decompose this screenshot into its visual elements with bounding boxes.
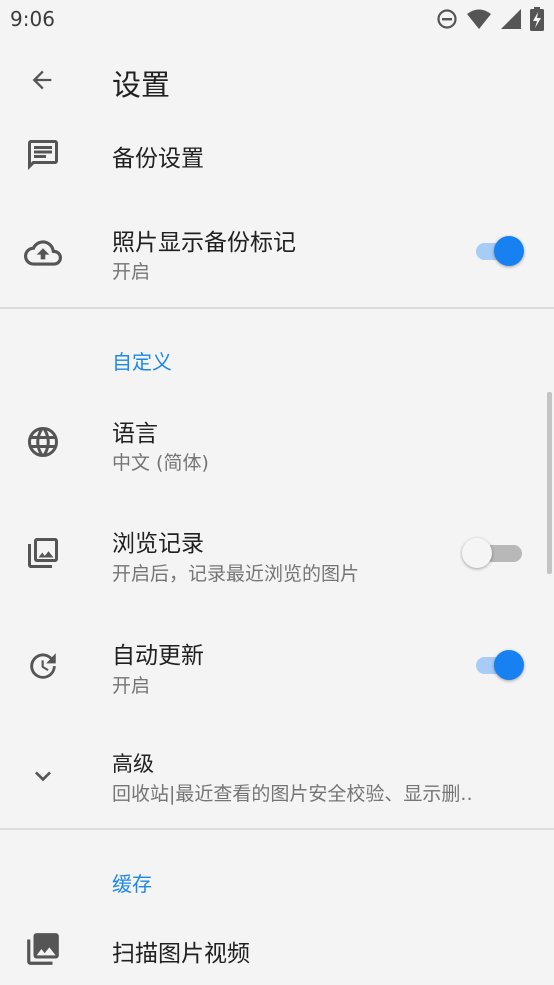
- browse-history-switch[interactable]: [462, 538, 522, 568]
- scrollbar[interactable]: [547, 392, 552, 574]
- globe-icon: [22, 421, 64, 463]
- photo-library-icon: [22, 532, 64, 574]
- auto-update-row[interactable]: 自动更新 开启: [0, 618, 554, 710]
- photo-collection-icon: [22, 928, 64, 970]
- browse-history-subtitle: 开启后，记录最近浏览的图片: [112, 563, 360, 585]
- scan-media-row[interactable]: 扫描图片视频: [0, 915, 554, 985]
- back-button[interactable]: [20, 60, 64, 104]
- divider: [0, 307, 554, 309]
- message-icon: [22, 134, 64, 176]
- backup-settings-row[interactable]: 备份设置: [0, 122, 554, 192]
- status-icons: [436, 7, 544, 31]
- advanced-row[interactable]: 高级 回收站|最近查看的图片安全校验、显示删..: [0, 728, 554, 820]
- section-header-custom: 自定义: [112, 350, 172, 374]
- photo-backup-marker-switch[interactable]: [476, 236, 524, 266]
- auto-update-switch[interactable]: [476, 650, 524, 680]
- cell-signal-icon: [500, 8, 522, 30]
- browse-history-title: 浏览记录: [112, 531, 204, 557]
- photo-backup-marker-subtitle: 开启: [112, 261, 151, 283]
- photo-backup-marker-row[interactable]: 照片显示备份标记 开启: [0, 208, 554, 300]
- section-header-cache: 缓存: [112, 872, 152, 896]
- auto-update-subtitle: 开启: [112, 675, 151, 697]
- photo-backup-marker-title: 照片显示备份标记: [112, 230, 296, 256]
- switch-thumb: [494, 650, 524, 680]
- backup-settings-title: 备份设置: [112, 146, 204, 172]
- language-row[interactable]: 语言 中文 (简体): [0, 398, 554, 490]
- language-title: 语言: [112, 421, 158, 447]
- scan-media-title: 扫描图片视频: [112, 941, 250, 967]
- divider: [0, 828, 554, 830]
- switch-thumb: [462, 538, 492, 568]
- do-not-disturb-icon: [436, 8, 458, 30]
- update-icon: [22, 645, 64, 687]
- switch-thumb: [494, 236, 524, 266]
- page-title: 设置: [112, 68, 171, 102]
- advanced-subtitle: 回收站|最近查看的图片安全校验、显示删..: [112, 783, 473, 805]
- advanced-title: 高级: [112, 752, 154, 776]
- wifi-icon: [466, 8, 492, 30]
- language-subtitle: 中文 (简体): [112, 452, 209, 474]
- auto-update-title: 自动更新: [112, 643, 204, 669]
- app-bar: 设置: [0, 38, 554, 122]
- arrow-back-icon: [28, 66, 56, 98]
- status-time: 9:06: [10, 7, 55, 31]
- cloud-upload-icon: [22, 232, 64, 274]
- status-bar: 9:06: [0, 0, 554, 38]
- browse-history-row[interactable]: 浏览记录 开启后，记录最近浏览的图片: [0, 508, 554, 600]
- battery-charging-icon: [530, 7, 544, 31]
- chevron-down-icon: [22, 755, 64, 797]
